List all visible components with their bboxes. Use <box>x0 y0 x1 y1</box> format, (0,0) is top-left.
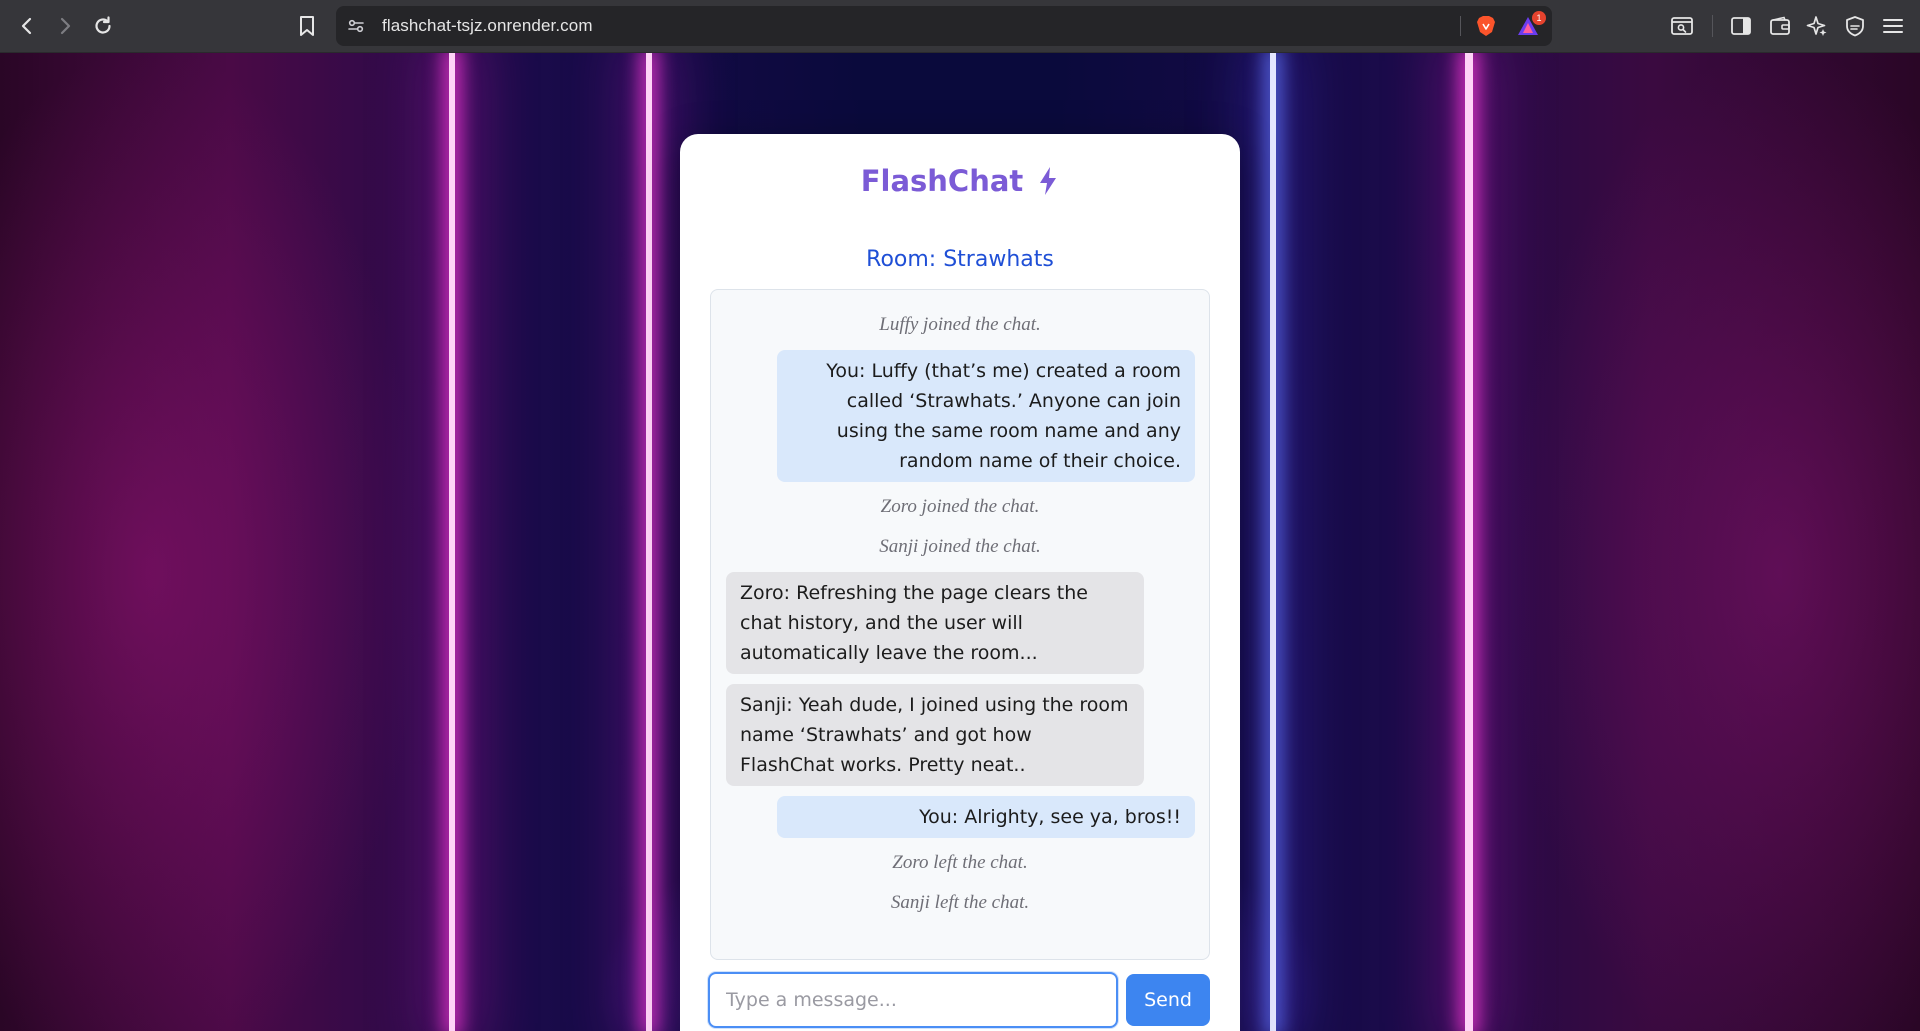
bookmark-button[interactable] <box>292 11 322 41</box>
room-label: Room: <box>866 247 937 272</box>
back-arrow-icon <box>21 17 32 35</box>
neon-light-beam <box>1465 53 1473 1031</box>
hamburger-icon <box>1883 19 1903 33</box>
vpn-button[interactable] <box>1842 13 1868 39</box>
reload-icon <box>95 16 111 34</box>
reload-button[interactable] <box>88 11 118 41</box>
toolbar-divider <box>1712 15 1713 37</box>
system-message: Luffy joined the chat. <box>879 314 1041 335</box>
main-menu-button[interactable] <box>1880 13 1906 39</box>
message-input[interactable] <box>708 972 1118 1028</box>
system-message: Sanji left the chat. <box>890 892 1030 913</box>
wallet-icon <box>1770 16 1790 35</box>
system-message: Sanji joined the chat. <box>879 536 1041 557</box>
back-button[interactable] <box>12 11 42 41</box>
send-button[interactable]: Send <box>1126 974 1210 1026</box>
site-settings-icon[interactable] <box>346 16 366 36</box>
other-message-bubble: Sanji: Yeah dude, I joined using the roo… <box>726 684 1144 786</box>
forward-button[interactable] <box>50 11 80 41</box>
bookmark-icon <box>300 16 314 36</box>
shield-icon <box>1846 16 1864 37</box>
address-divider <box>1460 16 1461 36</box>
sparkle-icon <box>1806 16 1827 36</box>
url-text[interactable]: flashchat-tsjz.onrender.com <box>382 16 593 36</box>
message-composer: Send <box>708 972 1212 1028</box>
rewards-badge: 1 <box>1532 11 1546 25</box>
other-message-bubble: Zoro: Refreshing the page clears the cha… <box>726 572 1144 674</box>
neon-background: FlashChat Room: Strawhats Luffy joined t… <box>0 53 1920 1031</box>
room-name: Strawhats <box>943 247 1054 272</box>
sidebar-icon <box>1731 17 1751 35</box>
sidebar-button[interactable] <box>1728 13 1754 39</box>
my-message-bubble: You: Luffy (that’s me) created a room ca… <box>777 350 1195 482</box>
neon-light-beam <box>1270 53 1276 1031</box>
wallet-button[interactable] <box>1767 13 1793 39</box>
system-message: Zoro left the chat. <box>892 852 1028 873</box>
neon-light-beam <box>646 53 652 1031</box>
my-message-bubble: You: Alrighty, see ya, bros!! <box>777 796 1195 838</box>
app-header: FlashChat <box>680 164 1240 198</box>
address-bar[interactable]: flashchat-tsjz.onrender.com 1 <box>336 6 1552 46</box>
page-search-icon <box>1671 17 1693 35</box>
page-search-button[interactable] <box>1669 13 1695 39</box>
chat-card: FlashChat Room: Strawhats Luffy joined t… <box>680 134 1240 1031</box>
app-title: FlashChat <box>860 164 1024 198</box>
system-message: Zoro joined the chat. <box>880 496 1040 517</box>
brave-shields-icon[interactable] <box>1474 14 1498 38</box>
messages-panel[interactable]: Luffy joined the chat. You: Luffy (that’… <box>710 289 1210 960</box>
neon-light-beam <box>449 53 455 1031</box>
forward-arrow-icon <box>60 17 71 35</box>
brave-rewards-icon[interactable]: 1 <box>1516 11 1546 38</box>
leo-ai-button[interactable] <box>1804 13 1830 39</box>
room-title: Room: Strawhats <box>680 247 1240 272</box>
lightning-bolt-icon <box>1040 167 1057 195</box>
browser-toolbar: flashchat-tsjz.onrender.com 1 <box>0 0 1920 53</box>
